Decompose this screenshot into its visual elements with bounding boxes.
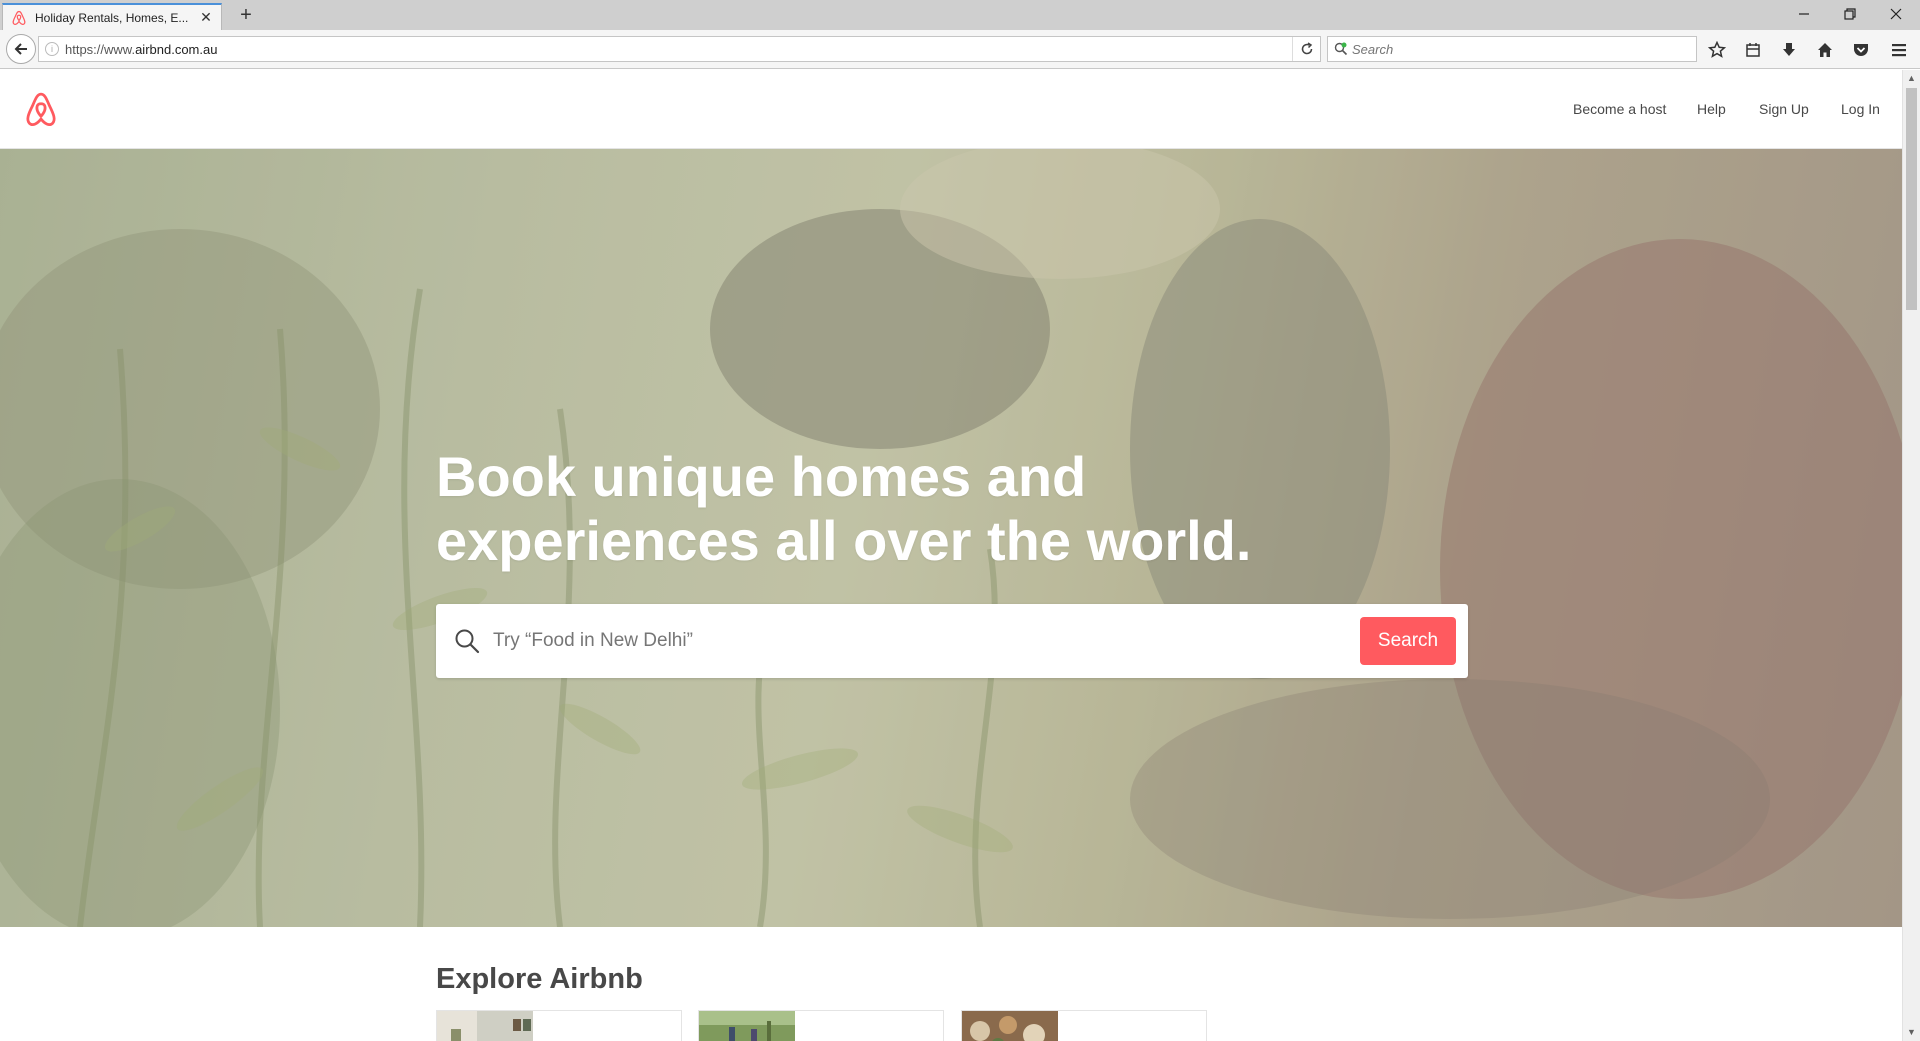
home-icon[interactable] (1812, 37, 1838, 63)
close-tab-icon[interactable]: ✕ (199, 9, 213, 26)
browser-navigation-bar: i https://www.airbnd.com.au (0, 30, 1920, 69)
close-window-icon[interactable] (1878, 2, 1914, 26)
log-in-link[interactable]: Log In (1841, 101, 1880, 117)
address-bar[interactable]: i https://www.airbnd.com.au (38, 36, 1321, 62)
tab-title: Holiday Rentals, Homes, E... (35, 10, 189, 25)
hero-search-input[interactable] (493, 622, 1293, 660)
bookmarks-library-icon[interactable] (1740, 37, 1766, 63)
browser-search-bar[interactable] (1327, 36, 1697, 62)
explore-card[interactable] (698, 1010, 944, 1041)
hero-banner: Book unique homes and experiences all ov… (0, 149, 1902, 927)
airbnb-favicon-icon (12, 10, 26, 25)
hero-title: Book unique homes and experiences all ov… (436, 445, 1336, 573)
site-header: Become a host Help Sign Up Log In (0, 70, 1902, 149)
hero-title-line-2: experiences all over the world. (436, 509, 1252, 572)
hero-title-line-1: Book unique homes and (436, 445, 1087, 508)
reload-icon[interactable] (1292, 37, 1320, 61)
site-info-icon[interactable]: i (45, 42, 59, 56)
browser-search-input[interactable] (1352, 41, 1696, 57)
hamburger-menu-icon[interactable] (1886, 37, 1912, 63)
explore-card[interactable] (436, 1010, 682, 1041)
explore-card[interactable] (961, 1010, 1207, 1041)
browser-tab[interactable]: Holiday Rentals, Homes, E... ✕ (2, 3, 222, 30)
search-engine-icon (1334, 42, 1348, 56)
airbnb-logo-icon[interactable] (24, 92, 58, 128)
explore-section-title: Explore Airbnb (436, 963, 643, 995)
explore-card-image (962, 1011, 1058, 1041)
page-scrollbar[interactable]: ▲ ▼ (1902, 70, 1920, 1041)
scrollbar-thumb[interactable] (1906, 88, 1917, 310)
browser-tab-bar: Holiday Rentals, Homes, E... ✕ + (0, 0, 1920, 30)
help-link[interactable]: Help (1697, 101, 1726, 117)
explore-card-image (699, 1011, 795, 1041)
hero-search-box: Search (436, 604, 1468, 678)
explore-card-image (437, 1011, 533, 1041)
search-button[interactable]: Search (1360, 617, 1456, 665)
sign-up-link[interactable]: Sign Up (1759, 101, 1809, 117)
search-icon (455, 629, 480, 654)
bookmark-star-icon[interactable] (1704, 37, 1730, 63)
pocket-icon[interactable] (1848, 37, 1874, 63)
back-arrow-icon[interactable] (6, 34, 36, 64)
restore-window-icon[interactable] (1832, 2, 1868, 26)
become-host-link[interactable]: Become a host (1573, 101, 1666, 117)
address-url: https://www.airbnd.com.au (65, 42, 1292, 57)
minimize-window-icon[interactable] (1786, 2, 1822, 26)
url-prefix: https://www. (65, 41, 136, 57)
new-tab-plus-icon[interactable]: + (234, 3, 258, 27)
downloads-arrow-icon[interactable] (1776, 37, 1802, 63)
url-domain: airbnd.com.au (135, 41, 218, 57)
scroll-down-arrow-icon[interactable]: ▼ (1903, 1024, 1920, 1040)
scroll-up-arrow-icon[interactable]: ▲ (1903, 70, 1920, 86)
web-page: Become a host Help Sign Up Log In Book u… (0, 70, 1902, 1041)
